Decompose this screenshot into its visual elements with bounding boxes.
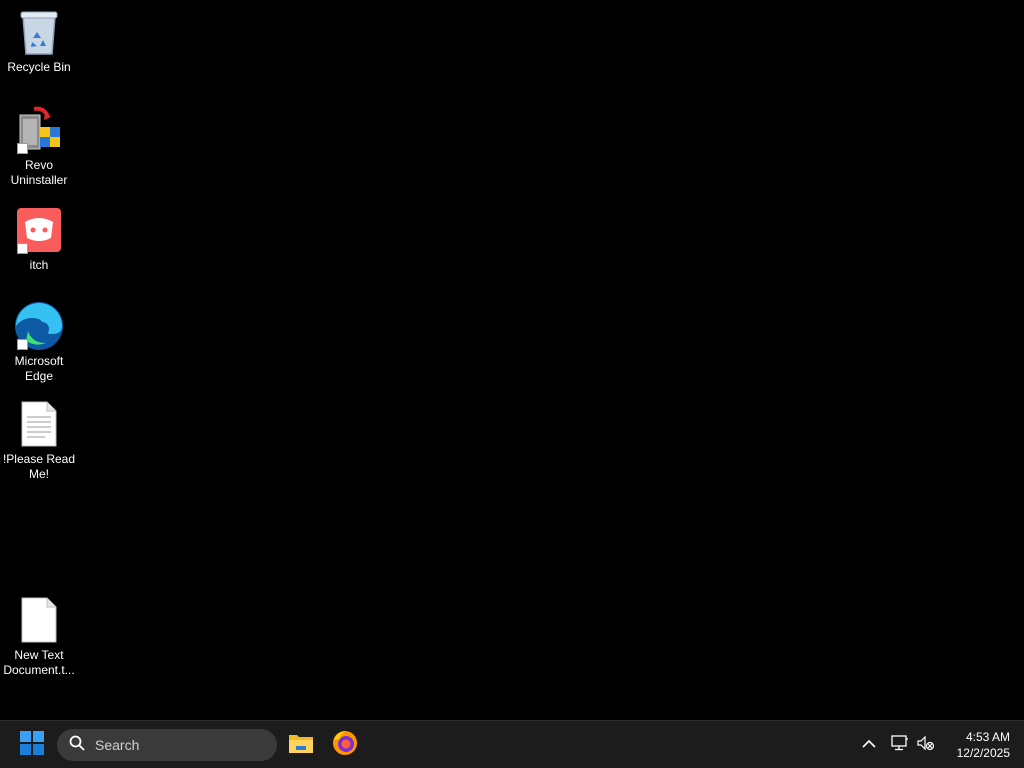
desktop-icon-label: itch <box>29 258 49 272</box>
clock-time: 4:53 AM <box>965 730 1010 744</box>
edge-icon <box>13 300 65 352</box>
desktop-icon-label: New Text Document.t... <box>3 648 75 677</box>
desktop-icon-label: Recycle Bin <box>7 60 71 74</box>
shortcut-arrow-icon <box>17 339 28 350</box>
desktop-icon-recycle-bin[interactable]: Recycle Bin <box>0 6 78 75</box>
taskbar-file-explorer[interactable] <box>281 725 321 765</box>
volume-button[interactable] <box>914 733 938 757</box>
desktop-icon-label: Revo Uninstaller <box>10 158 68 187</box>
search-input[interactable] <box>93 736 257 754</box>
shortcut-arrow-icon <box>17 243 28 254</box>
shortcut-arrow-icon <box>17 143 28 154</box>
start-button[interactable] <box>12 725 52 765</box>
taskbar-firefox[interactable] <box>325 725 365 765</box>
desktop[interactable]: Recycle Bin Revo Uninstaller itch Micros… <box>0 0 1024 720</box>
volume-muted-icon <box>917 735 935 756</box>
desktop-icon-new-text-document[interactable]: New Text Document.t... <box>0 594 78 678</box>
network-icon <box>891 734 909 756</box>
desktop-icon-revo-uninstaller[interactable]: Revo Uninstaller <box>0 104 78 188</box>
text-document-icon <box>13 398 65 450</box>
desktop-icon-label: Microsoft Edge <box>14 354 64 383</box>
itch-icon <box>13 204 65 256</box>
firefox-icon <box>332 730 358 761</box>
desktop-icon-itch[interactable]: itch <box>0 204 78 273</box>
windows-start-icon <box>20 730 44 760</box>
search-icon <box>69 735 85 756</box>
desktop-icon-please-read-me[interactable]: !Please Read Me! <box>0 398 78 482</box>
show-hidden-icons-button[interactable] <box>857 733 881 757</box>
chevron-up-icon <box>862 736 876 754</box>
network-button[interactable] <box>888 733 912 757</box>
blank-document-icon <box>13 594 65 646</box>
desktop-icon-label: !Please Read Me! <box>2 452 76 481</box>
recycle-bin-icon <box>13 6 65 58</box>
taskbar-clock[interactable]: 4:53 AM 12/2/2025 <box>940 729 1010 761</box>
revo-uninstaller-icon <box>13 104 65 156</box>
clock-date: 12/2/2025 <box>956 746 1010 760</box>
taskbar: 4:53 AM 12/2/2025 <box>0 720 1024 768</box>
desktop-icon-microsoft-edge[interactable]: Microsoft Edge <box>0 300 78 384</box>
taskbar-search[interactable] <box>57 729 277 761</box>
file-explorer-icon <box>288 732 314 759</box>
